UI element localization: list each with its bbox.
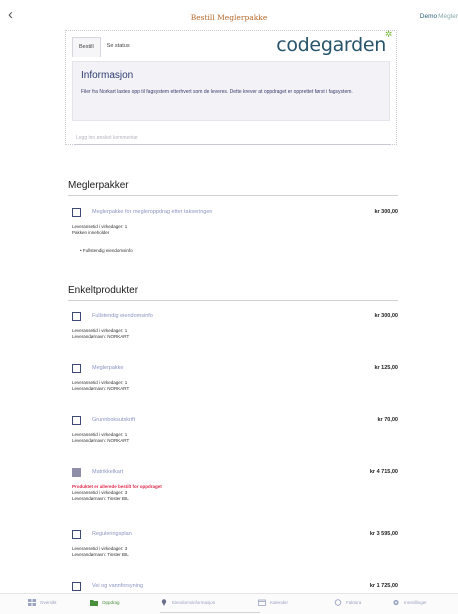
nav-item-innstillinger[interactable]: Innstillinger <box>392 599 427 606</box>
nav-label: Eiendomsinformasjon <box>172 600 216 605</box>
nav-item-oversikt[interactable]: Oversikt <box>28 599 57 606</box>
tab-bar: Bestill Se status <box>72 37 136 57</box>
nav-label: Kalender <box>270 600 289 605</box>
product-checkbox[interactable] <box>72 312 81 321</box>
supplier-name: Leverandørnavn: NORKART <box>72 438 130 443</box>
top-bar: ‹ Bestill Meglerpakke DemoMegler <box>0 0 458 30</box>
product-price: kr 125,00 <box>374 365 398 371</box>
nav-item-faktura[interactable]: Faktura <box>334 599 361 606</box>
product-details: Produktet er allerede bestilt for oppdra… <box>72 484 162 502</box>
package-content-item: • Fullstendig eiendomsinfo <box>80 248 133 253</box>
product-details: Leveransetid i virkedager: 3 Leverandørn… <box>72 546 129 558</box>
logo-text: codegarden <box>276 34 386 56</box>
package-contents-label: Pakken inneholder <box>72 230 110 235</box>
order-card: Bestill Se status codegarden ✲ Informasj… <box>65 30 397 145</box>
product-item: Grunnboksutskrift kr 70,00 Leveransetid … <box>68 416 398 446</box>
product-name[interactable]: Vei og vannforsyning <box>92 583 143 589</box>
package-name[interactable]: Meglerpakke for megleroppdrag etter taks… <box>92 209 212 215</box>
supplier-name: Leverandørnavn: Tinster BIL <box>72 496 129 501</box>
product-price: kr 4 715,00 <box>369 469 398 475</box>
package-checkbox[interactable] <box>72 208 81 217</box>
product-checkbox[interactable] <box>72 582 81 591</box>
folder-icon <box>90 600 98 606</box>
bottom-nav-bar: Oversikt Oppdrag Eiendomsinformasjon Kal… <box>0 593 458 614</box>
section-heading-enkeltprodukter: Enkeltprodukter <box>68 285 139 296</box>
sprig-icon: ✲ <box>384 30 393 40</box>
product-details: Leveransetid i virkedager: 1 Leverandørn… <box>72 328 129 340</box>
comment-input[interactable]: Legg inn ønsket kommentar <box>76 135 138 141</box>
calendar-icon <box>258 599 266 606</box>
product-name[interactable]: Meglerpakke <box>92 365 124 371</box>
product-details: Leveransetid i virkedager: 1 Leverandørn… <box>72 432 129 444</box>
info-text: Filer fra Norkart lastes opp til fagsyst… <box>81 89 353 95</box>
nav-item-eiendomsinformasjon[interactable]: Eiendomsinformasjon <box>160 599 215 606</box>
divider <box>68 195 398 196</box>
product-name: Matrikkelkart <box>92 469 124 475</box>
product-checkbox[interactable] <box>72 530 81 539</box>
product-price: kr 1 725,00 <box>369 583 398 589</box>
product-item: Matrikkelkart kr 4 715,00 Produktet er a… <box>68 468 398 508</box>
divider <box>68 300 398 301</box>
product-name[interactable]: Reguleringsplan <box>92 531 132 537</box>
section-heading-meglerpakker: Meglerpakker <box>68 180 129 191</box>
nav-item-oppdrag[interactable]: Oppdrag <box>90 599 120 606</box>
pin-icon <box>161 599 167 606</box>
grid-icon <box>28 599 36 606</box>
supplier-name: Leverandørnavn: NORKART <box>72 386 130 391</box>
product-checkbox <box>72 468 81 477</box>
nav-label: Oversikt <box>40 600 57 605</box>
product-price: kr 3 595,00 <box>369 531 398 537</box>
info-box: Informasjon Filer fra Norkart lastes opp… <box>72 61 390 121</box>
nav-label: Oppdrag <box>102 600 120 605</box>
supplier-name: Leverandørnavn: NORKART <box>72 334 130 339</box>
product-name[interactable]: Fullstendig eiendomsinfo <box>92 313 153 319</box>
tab-status[interactable]: Se status <box>101 37 136 57</box>
package-item: Meglerpakke for megleroppdrag etter taks… <box>68 208 398 258</box>
gear-icon <box>393 599 399 606</box>
refresh-icon <box>334 599 342 606</box>
nav-label: Faktura <box>346 600 362 605</box>
tab-order[interactable]: Bestill <box>72 37 101 57</box>
supplier-name: Leverandørnavn: Tinster BIL <box>72 552 129 557</box>
page-title: Bestill Meglerpakke <box>190 13 268 22</box>
product-price: kr 70,00 <box>377 417 399 423</box>
product-item: Reguleringsplan kr 3 595,00 Leveransetid… <box>68 530 398 560</box>
product-details: Leveransetid i virkedager: 1 Leverandørn… <box>72 380 129 392</box>
user-name[interactable]: DemoMegler <box>420 13 458 20</box>
package-details: Leveransetid i virkedager: 1 Pakken inne… <box>72 224 127 236</box>
product-checkbox[interactable] <box>72 416 81 425</box>
user-second-name: Megler <box>438 13 458 20</box>
codegarden-logo: codegarden ✲ <box>276 30 392 56</box>
product-price: kr 300,00 <box>374 313 398 319</box>
nav-item-kalender[interactable]: Kalender <box>258 599 288 606</box>
active-nav-indicator <box>160 612 260 613</box>
nav-label: Innstillinger <box>404 600 427 605</box>
comment-underline <box>74 144 390 145</box>
product-checkbox[interactable] <box>72 364 81 373</box>
user-first-name: Demo <box>419 13 438 20</box>
product-item: Fullstendig eiendomsinfo kr 300,00 Lever… <box>68 312 398 342</box>
package-price: kr 300,00 <box>374 209 398 215</box>
product-name[interactable]: Grunnboksutskrift <box>92 417 135 423</box>
info-heading: Informasjon <box>81 70 134 81</box>
product-item: Meglerpakke kr 125,00 Leveransetid i vir… <box>68 364 398 394</box>
